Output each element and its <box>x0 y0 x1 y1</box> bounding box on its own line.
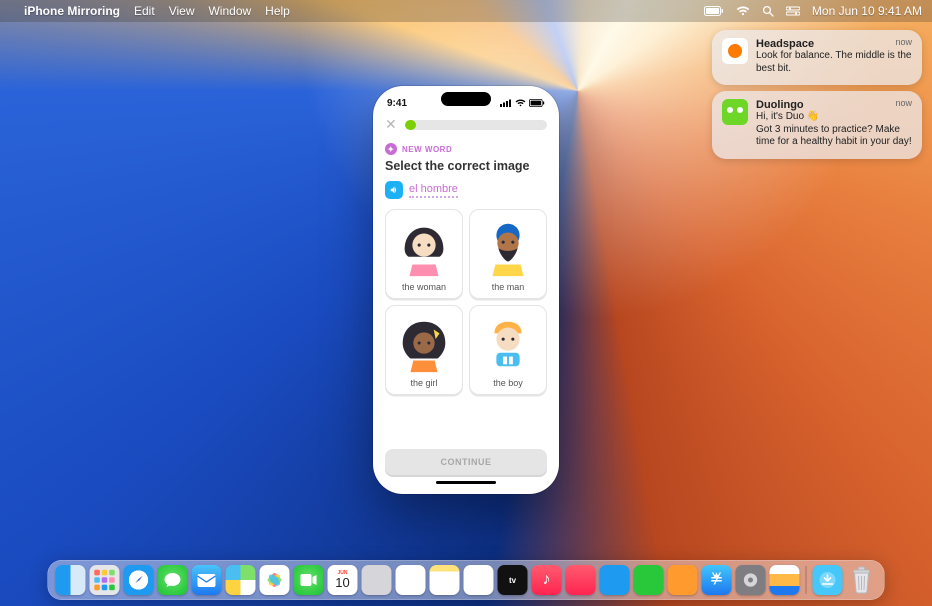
dock-maps[interactable] <box>226 565 256 595</box>
desktop: iPhone Mirroring Edit View Window Help M… <box>0 0 932 606</box>
notification-body: Look for balance. The middle is the best… <box>756 50 912 75</box>
battery-icon <box>529 99 545 107</box>
menu-edit[interactable]: Edit <box>134 4 155 18</box>
notification-app-name: Duolingo <box>756 99 912 111</box>
dock-trash[interactable] <box>847 565 877 595</box>
choice-label: the girl <box>410 378 437 388</box>
dock-facetime[interactable] <box>294 565 324 595</box>
duolingo-icon <box>722 99 748 125</box>
man-illustration <box>477 216 539 278</box>
choice-label: the woman <box>402 282 446 292</box>
home-indicator[interactable] <box>436 481 496 484</box>
dock-keynote[interactable] <box>600 565 630 595</box>
choice-the-man[interactable]: the man <box>469 209 547 299</box>
dock-news[interactable] <box>566 565 596 595</box>
battery-icon[interactable] <box>704 6 724 16</box>
continue-button[interactable]: CONTINUE <box>385 449 547 475</box>
menu-help[interactable]: Help <box>265 4 290 18</box>
boy-illustration <box>477 312 539 374</box>
notification-time: now <box>895 37 912 47</box>
play-audio-button[interactable] <box>385 181 403 199</box>
notification-body-line2: Got 3 minutes to practice? Make time for… <box>756 124 912 149</box>
dynamic-island <box>441 92 491 106</box>
dock-iphone-mirroring[interactable] <box>770 565 800 595</box>
woman-illustration <box>393 216 455 278</box>
dock-freeform[interactable] <box>464 565 494 595</box>
dock-tv[interactable]: tv <box>498 565 528 595</box>
target-word[interactable]: el hombre <box>409 183 458 198</box>
dock-contacts[interactable] <box>362 565 392 595</box>
dock-reminders[interactable] <box>396 565 426 595</box>
cellular-icon <box>500 99 512 107</box>
dock-photos[interactable] <box>260 565 290 595</box>
dock-notes[interactable] <box>430 565 460 595</box>
choice-the-woman[interactable]: the woman <box>385 209 463 299</box>
control-center-icon[interactable] <box>786 6 800 16</box>
choice-label: the man <box>492 282 525 292</box>
spotlight-icon[interactable] <box>762 5 774 17</box>
notification-time: now <box>895 98 912 108</box>
choice-the-boy[interactable]: the boy <box>469 305 547 395</box>
girl-illustration <box>393 312 455 374</box>
menubar-clock[interactable]: Mon Jun 10 9:41 AM <box>812 4 922 18</box>
dock-downloads[interactable] <box>813 565 843 595</box>
dock-pages[interactable] <box>668 565 698 595</box>
new-word-label: NEW WORD <box>402 145 452 154</box>
choice-label: the boy <box>493 378 523 388</box>
dock-app-store[interactable] <box>702 565 732 595</box>
dock-music[interactable]: ♪ <box>532 565 562 595</box>
choice-the-girl[interactable]: the girl <box>385 305 463 395</box>
headspace-icon <box>722 38 748 64</box>
instruction-text: Select the correct image <box>385 159 547 173</box>
iphone-status-time: 9:41 <box>387 98 407 109</box>
dock-separator <box>806 566 807 594</box>
notification-duolingo[interactable]: Duolingo Hi, it's Duo 👋 Got 3 minutes to… <box>712 91 922 159</box>
close-lesson-button[interactable]: ✕ <box>385 116 397 133</box>
dock-mail[interactable] <box>192 565 222 595</box>
menubar: iPhone Mirroring Edit View Window Help M… <box>0 0 932 22</box>
menu-view[interactable]: View <box>169 4 195 18</box>
dock-numbers[interactable] <box>634 565 664 595</box>
dock: JUN10 tv♪ <box>48 560 885 600</box>
dock-finder[interactable] <box>56 565 86 595</box>
dock-safari[interactable] <box>124 565 154 595</box>
dock-launchpad[interactable] <box>90 565 120 595</box>
dock-system-settings[interactable] <box>736 565 766 595</box>
wifi-icon[interactable] <box>736 6 750 16</box>
new-word-icon: ✦ <box>385 143 397 155</box>
dock-messages[interactable] <box>158 565 188 595</box>
notification-app-name: Headspace <box>756 38 912 50</box>
notification-stack: Headspace Look for balance. The middle i… <box>712 30 922 159</box>
wifi-icon <box>515 99 526 107</box>
app-menu[interactable]: iPhone Mirroring <box>24 4 120 18</box>
menu-window[interactable]: Window <box>208 4 251 18</box>
notification-headspace[interactable]: Headspace Look for balance. The middle i… <box>712 30 922 85</box>
dock-calendar[interactable]: JUN10 <box>328 565 358 595</box>
iphone-mirror-window[interactable]: 9:41 ✕ ✦ NEW WORD Select the correct ima… <box>373 86 559 494</box>
notification-body-line1: Hi, it's Duo 👋 <box>756 111 912 124</box>
lesson-progress-bar <box>405 120 547 130</box>
